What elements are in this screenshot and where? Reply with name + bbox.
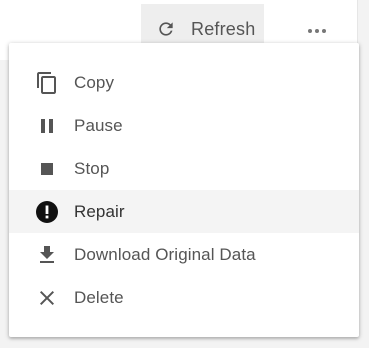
more-horizontal-icon bbox=[307, 22, 327, 40]
menu-item-pause[interactable]: Pause bbox=[9, 104, 359, 147]
refresh-label: Refresh bbox=[191, 18, 256, 39]
menu-item-copy[interactable]: Copy bbox=[9, 61, 359, 104]
menu-item-stop[interactable]: Stop bbox=[9, 147, 359, 190]
copy-icon bbox=[35, 71, 59, 95]
menu-item-download-original-data[interactable]: Download Original Data bbox=[9, 233, 359, 276]
refresh-icon bbox=[156, 19, 176, 39]
menu-item-delete[interactable]: Delete bbox=[9, 276, 359, 319]
pause-icon bbox=[35, 114, 59, 138]
menu-item-label: Pause bbox=[74, 115, 123, 135]
close-icon bbox=[35, 286, 59, 310]
actions-menu: Copy Pause Stop Repair Download Original… bbox=[9, 43, 359, 337]
alert-circle-icon bbox=[35, 200, 59, 224]
menu-item-label: Copy bbox=[74, 72, 115, 92]
menu-item-label: Download Original Data bbox=[74, 244, 256, 264]
page-root: Refresh Copy Pause Stop Repair Download … bbox=[0, 0, 369, 348]
stop-icon bbox=[35, 157, 59, 181]
menu-item-label: Repair bbox=[74, 201, 125, 221]
menu-item-label: Stop bbox=[74, 158, 110, 178]
download-icon bbox=[35, 243, 59, 267]
menu-item-label: Delete bbox=[74, 287, 124, 307]
menu-item-repair[interactable]: Repair bbox=[9, 190, 359, 233]
